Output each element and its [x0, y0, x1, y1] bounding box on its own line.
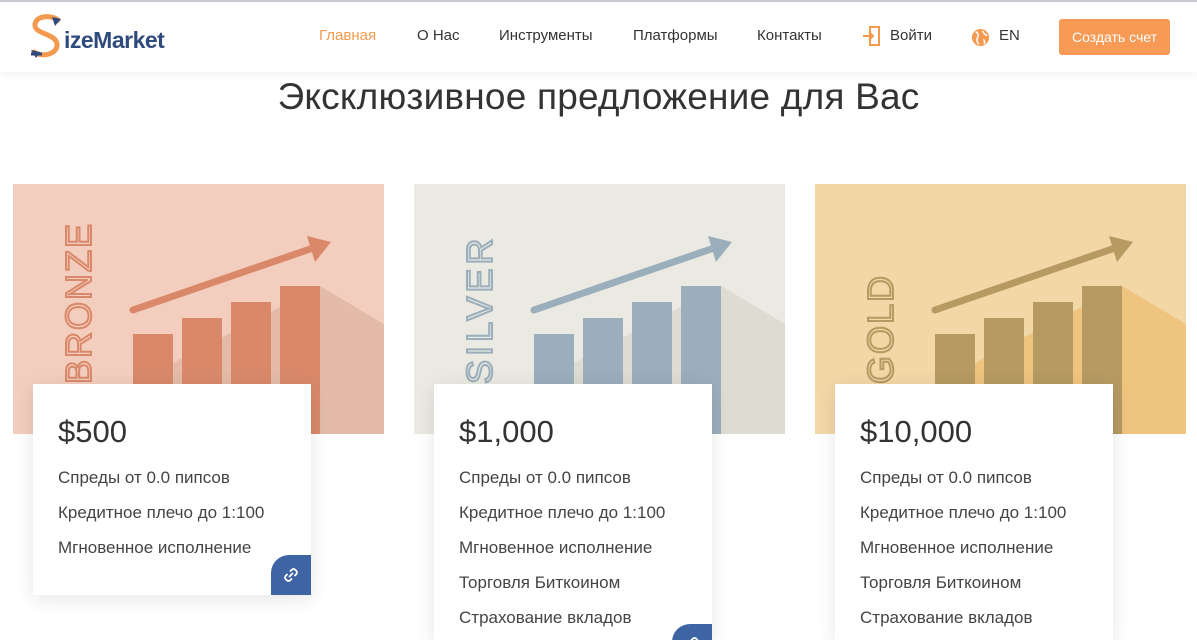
tier-label-gold: GOLD [860, 274, 901, 384]
create-account-button[interactable]: Создать счет [1059, 19, 1170, 55]
bronze-plan-card: $500 Спреды от 0.0 пипсов Кредитное плеч… [33, 384, 311, 595]
nav-about[interactable]: О Нас [417, 27, 460, 44]
plan-price: $10,000 [860, 414, 973, 449]
plan-feature: Кредитное плечо до 1:100 [860, 503, 1067, 522]
gold-plan-card: $10,000 Спреды от 0.0 пипсов Кредитное п… [835, 384, 1113, 640]
plan-feature: Спреды от 0.0 пипсов [860, 468, 1032, 487]
plan-price: $500 [58, 414, 127, 449]
logo-text: izeMarket [64, 26, 165, 53]
plan-feature: Мгновенное исполнение [860, 538, 1054, 557]
plan-feature: Спреды от 0.0 пипсов [459, 468, 631, 487]
plan-price: $1,000 [459, 414, 554, 449]
section-title: Эксклюзивное предложение для Вас [277, 76, 920, 117]
plan-feature: Спреды от 0.0 пипсов [58, 468, 230, 487]
language-switch[interactable]: EN [999, 27, 1020, 44]
tier-label-silver: SILVER [459, 235, 500, 384]
nav-platforms[interactable]: Платформы [633, 27, 718, 44]
site-logo[interactable]: izeMarket [28, 12, 165, 62]
plan-feature: Страхование вкладов [459, 608, 632, 627]
nav-home[interactable]: Главная [319, 27, 376, 44]
login-door-icon [862, 26, 880, 51]
nav-contacts[interactable]: Контакты [757, 27, 822, 44]
plan-link-button[interactable] [271, 555, 311, 595]
plan-feature: Кредитное плечо до 1:100 [58, 503, 265, 522]
tier-label-bronze: BRONZE [58, 222, 99, 384]
plan-feature: Торговля Биткоином [860, 573, 1022, 592]
site-header: izeMarket Главная О Нас Инструменты Плат… [0, 2, 1197, 72]
globe-icon [971, 28, 990, 52]
plan-feature: Торговля Биткоином [459, 573, 621, 592]
plan-feature: Кредитное плечо до 1:100 [459, 503, 666, 522]
plan-feature: Мгновенное исполнение [459, 538, 653, 557]
logo-s-icon [31, 14, 61, 58]
plan-link-button[interactable] [672, 624, 712, 640]
nav-login[interactable]: Войти [890, 27, 932, 44]
link-icon [690, 637, 699, 640]
link-icon [284, 568, 298, 582]
silver-plan-card: $1,000 Спреды от 0.0 пипсов Кредитное пл… [434, 384, 712, 640]
nav-instruments[interactable]: Инструменты [499, 27, 593, 44]
plan-feature: Мгновенное исполнение [58, 538, 252, 557]
plan-feature: Страхование вкладов [860, 608, 1033, 627]
